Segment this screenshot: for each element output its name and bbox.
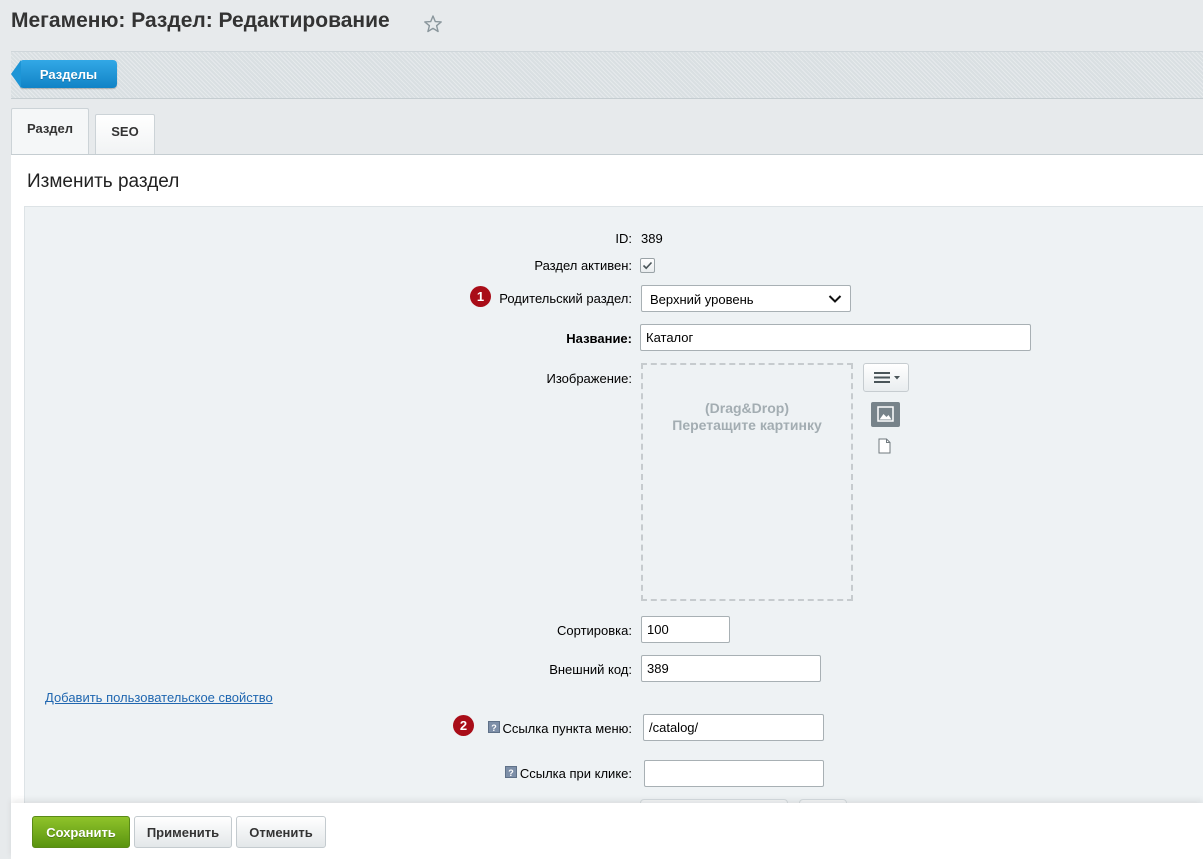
star-icon[interactable]	[423, 14, 443, 34]
image-label: Изображение:	[546, 371, 632, 386]
image-upload-button[interactable]	[871, 402, 900, 427]
page-title: Мегаменю: Раздел: Редактирование	[11, 9, 390, 32]
active-label: Раздел активен:	[534, 258, 632, 273]
parent-select-value: Верхний уровень	[650, 292, 754, 307]
section-title: Изменить раздел	[27, 171, 180, 192]
click-link-input[interactable]	[644, 760, 824, 787]
tab-section-label: Раздел	[26, 121, 74, 136]
sort-label: Сортировка:	[557, 623, 632, 638]
toolbar	[11, 51, 1203, 99]
image-menu-button[interactable]	[863, 363, 909, 392]
callout-badge-1: 1	[470, 286, 491, 307]
tab-section[interactable]: Раздел	[11, 108, 89, 154]
image-icon	[877, 406, 894, 422]
sections-back-button[interactable]: Разделы	[11, 60, 117, 88]
parent-label: Родительский раздел:	[499, 291, 632, 306]
sort-input[interactable]	[641, 616, 730, 643]
help-icon[interactable]: ?	[488, 721, 500, 733]
parent-select[interactable]: Верхний уровень	[641, 285, 851, 312]
menu-link-label: Ссылка пункта меню:	[502, 721, 632, 736]
menu-link-input[interactable]	[643, 714, 824, 741]
dropzone-text: Перетащите картинку	[672, 417, 822, 433]
click-link-label: Ссылка при клике:	[519, 766, 632, 781]
tab-seo[interactable]: SEO	[95, 114, 155, 154]
chevron-down-icon	[828, 295, 842, 303]
help-icon[interactable]: ?	[505, 766, 517, 778]
add-user-property-link[interactable]: Добавить пользовательское свойство	[45, 690, 273, 705]
id-label: ID:	[615, 231, 632, 246]
menu-icon	[874, 372, 900, 383]
dropzone-hint: (Drag&Drop)	[705, 400, 789, 416]
cancel-button[interactable]: Отменить	[236, 816, 326, 848]
name-label: Название:	[566, 331, 632, 346]
external-code-label: Внешний код:	[549, 662, 632, 677]
id-value: 389	[641, 231, 663, 246]
image-dropzone[interactable]: (Drag&Drop) Перетащите картинку	[641, 363, 853, 601]
checkmark-icon	[642, 261, 653, 270]
name-input[interactable]	[640, 324, 1031, 351]
tab-seo-label: SEO	[111, 124, 139, 139]
document-icon[interactable]	[878, 438, 891, 454]
apply-button[interactable]: Применить	[134, 816, 232, 848]
sections-back-label: Разделы	[39, 67, 98, 82]
save-button[interactable]: Сохранить	[32, 816, 130, 848]
callout-badge-2: 2	[453, 715, 474, 736]
active-checkbox[interactable]	[640, 258, 655, 273]
external-code-input[interactable]	[641, 655, 821, 682]
